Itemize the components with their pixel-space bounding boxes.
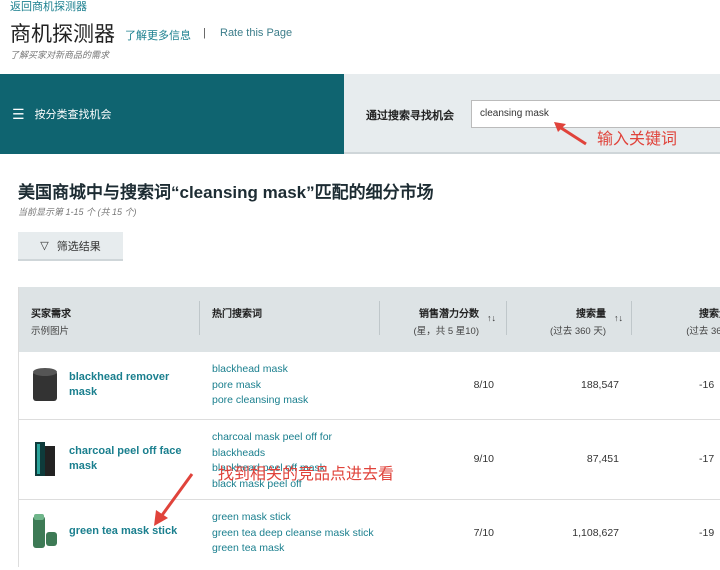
category-label: 按分类查找机会	[34, 109, 112, 121]
product-link[interactable]: charcoal peel off face mask	[69, 444, 194, 474]
sales-score: 8/10	[473, 379, 494, 391]
filter-icon: ▽	[40, 240, 49, 252]
product-image	[35, 442, 55, 476]
keyword-link[interactable]: pore cleansing mask	[212, 393, 387, 409]
header-sub: (过去 360 天	[686, 326, 720, 337]
separator: |	[203, 27, 206, 39]
header-sub: 示例图片	[31, 326, 70, 337]
col-buyer-need: 买家需求 示例图片	[31, 305, 71, 337]
click-hint-annotation: 找到相关的竞品点进去看	[218, 466, 395, 483]
product-image	[33, 514, 57, 548]
learn-more-link[interactable]: 了解更多信息	[125, 27, 191, 43]
header-title: 买家需求	[31, 309, 71, 320]
back-link[interactable]: 返回商机探测器	[10, 0, 87, 14]
search-volume: 87,451	[586, 453, 619, 465]
col-sales-potential[interactable]: 销售潜力分数 (星，共 5 星10)	[399, 305, 479, 337]
page-subtitle: 了解买家对新商品的需求	[10, 50, 110, 60]
search-volume: 1,108,627	[572, 527, 619, 539]
search-volume: 188,547	[581, 379, 619, 391]
page-title: 商机探测器	[10, 23, 115, 46]
input-hint-annotation: 输入关键词	[597, 131, 678, 148]
results-table: 买家需求示例图片 热门搜索词 销售潜力分数 (星，共 5 星10) ↑↓ 搜索量 (…	[18, 287, 720, 567]
header-title: 搜索量增	[699, 309, 720, 320]
filter-button[interactable]: ▽ 筛选结果	[18, 232, 123, 261]
search-growth: -19	[699, 527, 715, 539]
product-link[interactable]: blackhead remover mask	[69, 370, 194, 400]
arrow-annotation-icon	[554, 122, 587, 146]
col-search-volume[interactable]: 搜索量 (过去 360 天)	[529, 305, 606, 337]
keyword-link[interactable]: green mask stick	[212, 510, 387, 526]
menu-icon: ☰	[12, 105, 25, 122]
keyword-link[interactable]: blackhead mask	[212, 362, 387, 378]
header-sub: (星，共 5 星10)	[413, 326, 479, 337]
header-sub: (过去 360 天)	[550, 326, 606, 337]
search-growth: -16	[699, 379, 715, 391]
table-header: 买家需求示例图片 热门搜索词 销售潜力分数 (星，共 5 星10) ↑↓ 搜索量 (…	[19, 287, 720, 352]
table-row: blackhead remover mask blackhead mask po…	[19, 352, 720, 420]
search-input[interactable]: cleansing mask	[471, 100, 720, 128]
header-title: 搜索量	[576, 309, 606, 320]
keyword-list: blackhead mask pore mask pore cleansing …	[212, 362, 387, 409]
rate-page-link[interactable]: Rate this Page	[220, 27, 292, 39]
keyword-list: green mask stick green tea deep cleanse …	[212, 510, 387, 557]
divider	[506, 301, 507, 335]
product-cell[interactable]: blackhead remover mask	[29, 366, 194, 404]
product-image	[33, 368, 57, 401]
divider	[379, 301, 380, 335]
sort-icon[interactable]: ↑↓	[487, 313, 496, 323]
search-label: 通过搜索寻找机会	[366, 110, 454, 122]
sort-icon[interactable]: ↑↓	[614, 313, 623, 323]
arrow-annotation-icon	[154, 473, 194, 526]
keyword-link[interactable]: green tea mask	[212, 541, 387, 557]
results-heading: 美国商城中与搜索词“cleansing mask”匹配的细分市场	[18, 183, 434, 202]
filter-label: 筛选结果	[56, 240, 101, 253]
browse-by-category[interactable]: ☰ 按分类查找机会	[0, 74, 344, 154]
divider	[199, 301, 200, 335]
keyword-link[interactable]: charcoal mask peel off for blackheads	[212, 430, 387, 461]
keyword-link[interactable]: green tea deep cleanse mask stick	[212, 526, 387, 542]
sales-score: 9/10	[473, 453, 494, 465]
table-row: green tea mask stick green mask stick gr…	[19, 500, 720, 570]
col-search-growth[interactable]: 搜索量增 (过去 360 天	[659, 305, 720, 337]
search-growth: -17	[699, 453, 715, 465]
sales-score: 7/10	[473, 527, 494, 539]
results-count: 当前显示第 1-15 个 (共 15 个)	[18, 207, 137, 217]
header-title: 销售潜力分数	[419, 309, 479, 320]
divider	[631, 301, 632, 335]
col-top-keywords: 热门搜索词	[212, 305, 262, 320]
header-title: 热门搜索词	[212, 309, 262, 320]
keyword-link[interactable]: pore mask	[212, 378, 387, 394]
